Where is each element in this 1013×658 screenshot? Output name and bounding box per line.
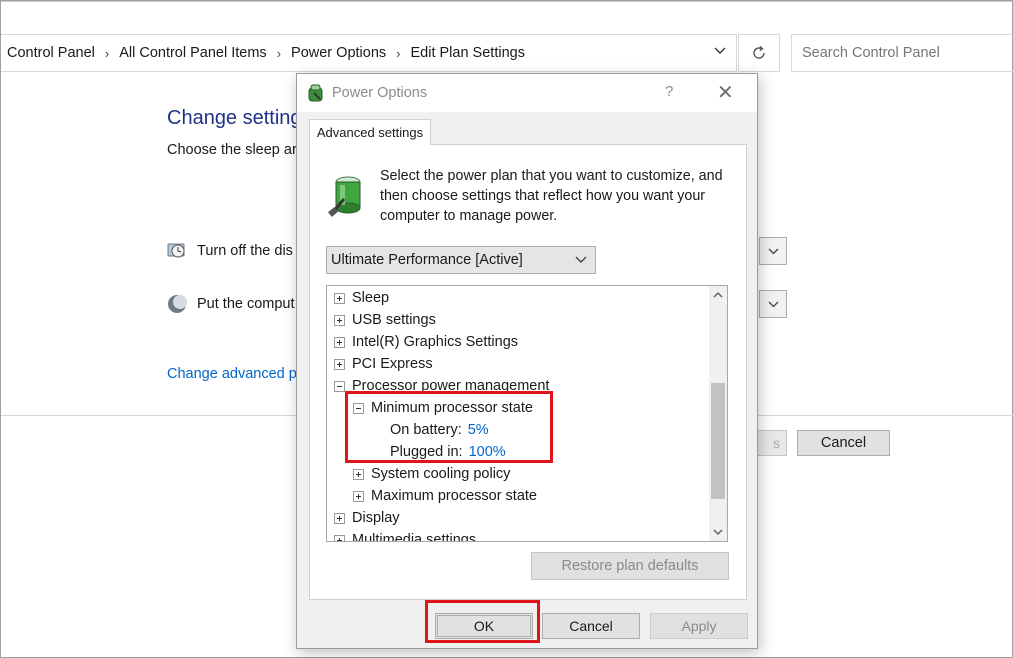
power-plan-selected: Ultimate Performance [Active] xyxy=(331,252,523,268)
turn-off-display-label: Turn off the dis xyxy=(197,243,293,259)
address-history-chevron-down-icon[interactable] xyxy=(714,43,726,58)
help-icon[interactable]: ? xyxy=(665,83,673,100)
expand-icon[interactable] xyxy=(334,292,345,304)
tree-item-label: System cooling policy xyxy=(371,466,511,482)
change-advanced-settings-link[interactable]: Change advanced p xyxy=(167,366,297,382)
highlight-minimum-processor-state xyxy=(345,391,553,463)
page-cancel-button[interactable]: Cancel xyxy=(797,430,890,456)
moon-icon xyxy=(168,295,187,313)
power-plan-select[interactable]: Ultimate Performance [Active] xyxy=(326,246,596,274)
battery-plug-icon xyxy=(328,176,361,217)
expand-icon[interactable] xyxy=(334,512,345,524)
breadcrumb-all-items[interactable]: All Control Panel Items xyxy=(119,45,266,61)
apply-button[interactable]: Apply xyxy=(650,613,748,639)
turn-off-display-row: Turn off the dis xyxy=(167,241,293,261)
tree-item-label: Multimedia settings xyxy=(352,532,477,542)
scroll-up-icon[interactable] xyxy=(709,286,727,304)
page-subtitle: Choose the sleep ar xyxy=(167,142,297,158)
dialog-cancel-button[interactable]: Cancel xyxy=(542,613,640,639)
refresh-button[interactable] xyxy=(738,34,780,72)
scrollbar-thumb[interactable] xyxy=(711,383,725,499)
power-options-dialog: Power Options ? ✕ Advanced settings Sele… xyxy=(296,73,758,649)
tree-scrollbar[interactable] xyxy=(709,286,727,541)
tree-item-intel-graphics[interactable]: Intel(R) Graphics Settings xyxy=(334,331,518,353)
tree-item-system-cooling-policy[interactable]: System cooling policy xyxy=(353,463,510,485)
breadcrumb-edit-plan-settings[interactable]: Edit Plan Settings xyxy=(410,45,524,61)
tree-item-label: USB settings xyxy=(352,312,436,328)
breadcrumb-separator-icon[interactable]: › xyxy=(277,46,281,61)
expand-icon[interactable] xyxy=(334,534,345,541)
dialog-title: Power Options xyxy=(332,85,428,101)
refresh-icon xyxy=(753,45,765,59)
clock-monitor-icon xyxy=(167,243,185,258)
tree-item-sleep[interactable]: Sleep xyxy=(334,287,389,309)
chevron-down-icon xyxy=(575,253,587,267)
breadcrumb-separator-icon[interactable]: › xyxy=(396,46,400,61)
display-dropdown-chevron-down-icon[interactable] xyxy=(759,237,787,265)
window-top-edge xyxy=(1,1,1013,2)
tree-item-multimedia-settings[interactable]: Multimedia settings xyxy=(334,529,477,542)
breadcrumb-separator-icon[interactable]: › xyxy=(105,46,109,61)
expand-icon[interactable] xyxy=(334,314,345,326)
power-options-icon xyxy=(308,84,323,102)
tree-item-usb-settings[interactable]: USB settings xyxy=(334,309,436,331)
tree-item-label: Maximum processor state xyxy=(371,488,537,504)
tab-advanced-settings[interactable]: Advanced settings xyxy=(309,119,431,145)
tree-item-maximum-processor-state[interactable]: Maximum processor state xyxy=(353,485,537,507)
tree-item-pci-express[interactable]: PCI Express xyxy=(334,353,433,375)
page-title: Change setting xyxy=(167,107,302,129)
tree-item-label: Sleep xyxy=(352,290,390,306)
advanced-settings-panel: Select the power plan that you want to c… xyxy=(309,144,747,600)
breadcrumb-power-options[interactable]: Power Options xyxy=(291,45,386,61)
expand-icon[interactable] xyxy=(334,358,345,370)
tree-item-label: PCI Express xyxy=(352,356,433,372)
collapse-icon[interactable] xyxy=(334,380,345,392)
dialog-titlebar[interactable]: Power Options ? ✕ xyxy=(297,74,757,112)
breadcrumb-control-panel[interactable]: Control Panel xyxy=(7,45,95,61)
scroll-down-icon[interactable] xyxy=(709,523,727,541)
expand-icon[interactable] xyxy=(334,336,345,348)
tree-item-label: Intel(R) Graphics Settings xyxy=(352,334,519,350)
tree-item-label: Display xyxy=(352,510,400,526)
search-input[interactable]: Search Control Panel xyxy=(791,34,1013,72)
put-computer-to-sleep-row: Put the comput xyxy=(167,294,295,314)
intro-text: Select the power plan that you want to c… xyxy=(380,168,723,224)
address-bar[interactable]: Control Panel › All Control Panel Items … xyxy=(1,34,737,72)
close-icon[interactable]: ✕ xyxy=(717,80,734,105)
highlight-ok-button xyxy=(425,600,540,643)
restore-plan-defaults-button[interactable]: Restore plan defaults xyxy=(531,552,729,580)
expand-icon[interactable] xyxy=(353,490,364,502)
breadcrumb: Control Panel › All Control Panel Items … xyxy=(7,45,525,61)
tree-item-display[interactable]: Display xyxy=(334,507,400,529)
sleep-dropdown-chevron-down-icon[interactable] xyxy=(759,290,787,318)
sleep-label: Put the comput xyxy=(197,296,295,312)
expand-icon[interactable] xyxy=(353,468,364,480)
